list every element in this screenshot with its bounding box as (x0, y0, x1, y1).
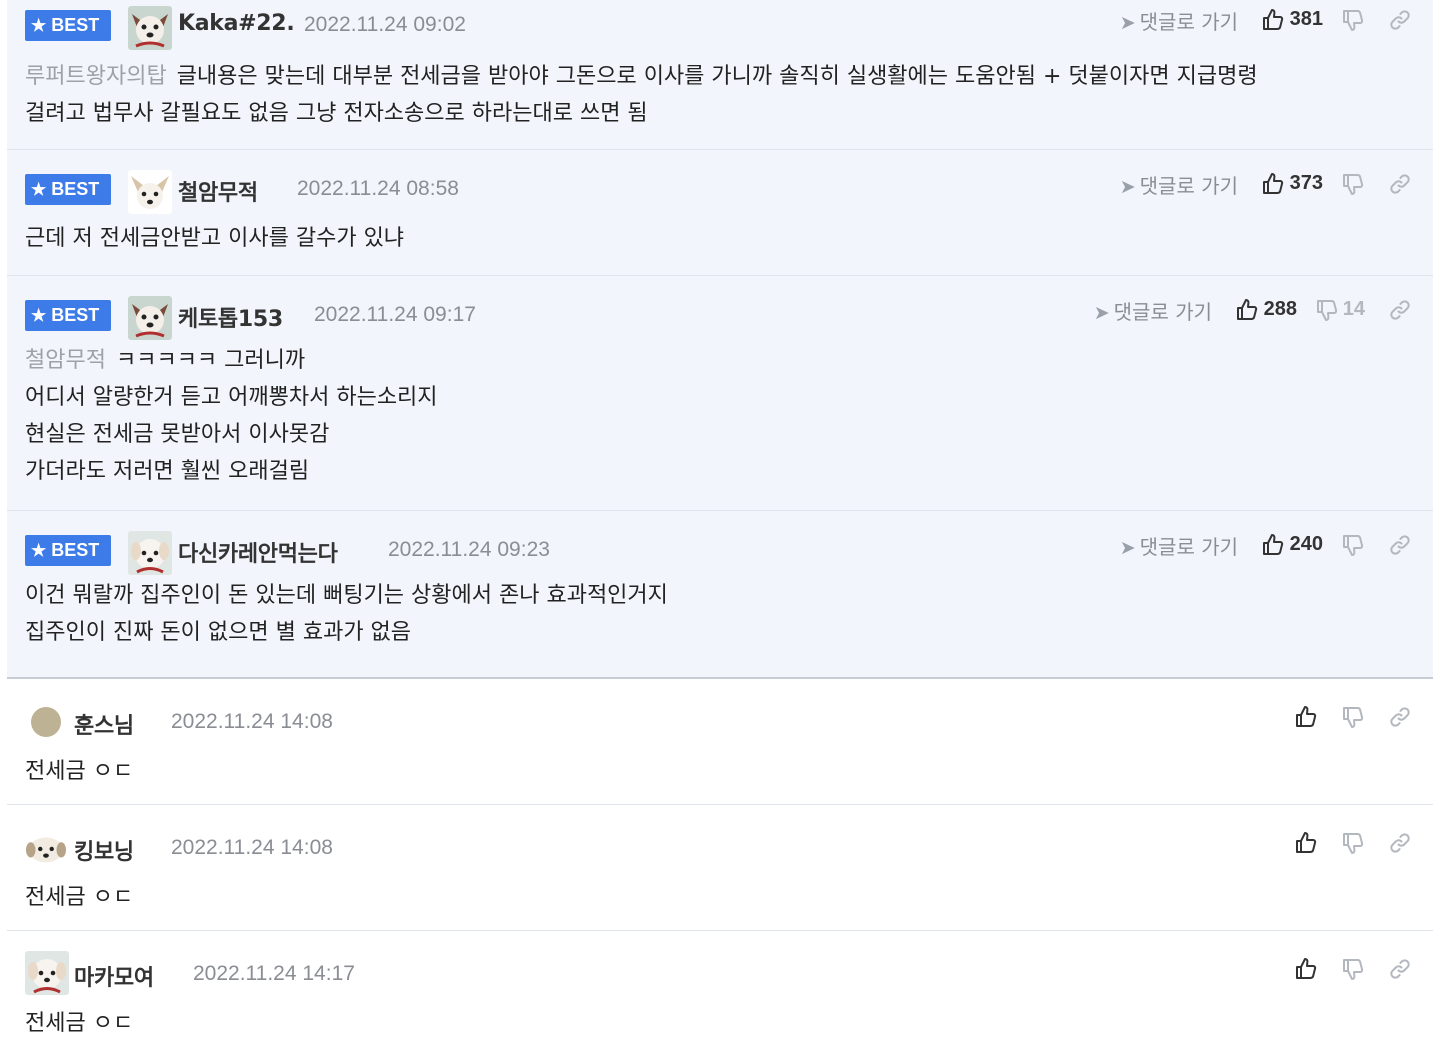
comment-text: 전세금 ㅇㄷ (25, 885, 134, 910)
comment-body: 이건 뭐랄까 집주인이 돈 있는데 뻐팅기는 상황에서 존나 효과적인거지 집주… (7, 555, 1433, 651)
like-count: 240 (1289, 533, 1323, 555)
nickname[interactable]: 철암무적 (178, 175, 258, 207)
avatar[interactable] (128, 296, 172, 340)
best-comment: ★ BEST 케토톱153 2022.11.24 09:17 ➤ 댓글로 가기 28… (7, 276, 1433, 511)
thumbs-down-icon[interactable] (1341, 8, 1365, 32)
goto-reply-label: 댓글로 가기 (1139, 10, 1238, 34)
comment-text: 집주인이 진짜 돈이 없으면 별 효과가 없음 (25, 620, 412, 645)
thumbs-up-icon[interactable] (1294, 705, 1318, 729)
thumbs-up-icon[interactable] (1294, 831, 1318, 855)
star-icon: ★ (31, 180, 47, 199)
best-comment: ★ BEST 다신카레안먹는다 2022.11.24 09:23 ➤ 댓글로 가기 … (7, 511, 1433, 679)
goto-reply-label: 댓글로 가기 (1139, 535, 1238, 559)
thumbs-up-icon[interactable] (1261, 8, 1285, 32)
reply-to-nickname[interactable]: 루퍼트왕자의탑 (25, 64, 167, 89)
goto-reply-label: 댓글로 가기 (1113, 300, 1212, 324)
thumbs-down-icon[interactable] (1315, 298, 1339, 322)
comment-date: 2022.11.24 14:08 (171, 710, 333, 733)
avatar[interactable] (25, 951, 69, 995)
link-icon[interactable] (1388, 533, 1412, 557)
comment-text: ㅋㅋㅋㅋㅋ 그러니까 (115, 348, 306, 373)
best-badge-label: BEST (51, 305, 100, 325)
link-icon[interactable] (1388, 705, 1412, 729)
nickname[interactable]: Kaka#22. (178, 11, 295, 36)
comment-text: 이건 뭐랄까 집주인이 돈 있는데 뻐팅기는 상황에서 존나 효과적인거지 (25, 583, 668, 608)
comment: 킹보닝 2022.11.24 14:08 전세금 ㅇㄷ (7, 805, 1433, 931)
comment-body: 루퍼트왕자의탑 글내용은 맞는데 대부분 전세금을 받아야 그돈으로 이사를 가니… (7, 44, 1433, 132)
comment-text: 전세금 ㅇㄷ (25, 759, 134, 784)
like-count: 373 (1289, 172, 1323, 194)
comment: 훈스님 2022.11.24 14:08 전세금 ㅇㄷ (7, 679, 1433, 805)
nickname[interactable]: 케토톱153 (178, 301, 283, 333)
best-comment: ★ BEST Kaka#22. 2022.11.24 09:02 ➤ 댓글로 가기 … (7, 0, 1433, 150)
comment-text: 글내용은 맞는데 대부분 전세금을 받아야 그돈으로 이사를 가니까 솔직히 실… (176, 64, 1258, 89)
best-badge-label: BEST (51, 540, 100, 560)
avatar[interactable] (128, 6, 172, 50)
comment-date: 2022.11.24 14:17 (193, 962, 355, 985)
comment-list: ★ BEST Kaka#22. 2022.11.24 09:02 ➤ 댓글로 가기 … (7, 0, 1433, 1051)
avatar[interactable] (128, 531, 172, 575)
goto-reply-label: 댓글로 가기 (1139, 174, 1238, 198)
comment-body: 철암무적 ㅋㅋㅋㅋㅋ 그러니까 어디서 알량한거 듣고 어깨뽕차서 하는소리지 현… (7, 320, 1433, 490)
link-icon[interactable] (1388, 831, 1412, 855)
link-icon[interactable] (1388, 172, 1412, 196)
nickname[interactable]: 다신카레안먹는다 (178, 536, 338, 568)
thumbs-down-icon[interactable] (1341, 957, 1365, 981)
comment: 마카모여 2022.11.24 14:17 전세금 ㅇㄷ (7, 931, 1433, 1051)
best-badge: ★ BEST (25, 174, 111, 205)
link-icon[interactable] (1388, 957, 1412, 981)
comment-date: 2022.11.24 09:17 (314, 303, 476, 326)
goto-reply-link[interactable]: ➤ 댓글로 가기 (1120, 531, 1238, 560)
comment-text: 근데 저 전세금안받고 이사를 갈수가 있냐 (25, 226, 405, 251)
thumbs-down-icon[interactable] (1341, 533, 1365, 557)
thumbs-up-icon[interactable] (1261, 533, 1285, 557)
comment-text: 현실은 전세금 못받아서 이사못감 (25, 422, 330, 447)
goto-reply-link[interactable]: ➤ 댓글로 가기 (1094, 296, 1212, 325)
goto-reply-link[interactable]: ➤ 댓글로 가기 (1120, 6, 1238, 35)
thumbs-up-icon[interactable] (1294, 957, 1318, 981)
like-count: 288 (1263, 298, 1297, 320)
avatar[interactable] (128, 170, 172, 214)
best-badge: ★ BEST (25, 300, 111, 331)
avatar[interactable] (25, 827, 67, 869)
best-badge: ★ BEST (25, 535, 111, 566)
star-icon: ★ (31, 306, 47, 325)
best-badge-label: BEST (51, 15, 100, 35)
avatar[interactable] (31, 707, 61, 737)
comment-date: 2022.11.24 09:23 (388, 538, 550, 561)
thumbs-down-icon[interactable] (1341, 831, 1365, 855)
best-badge: ★ BEST (25, 10, 111, 41)
like-count: 381 (1289, 8, 1323, 30)
comment-text: 전세금 ㅇㄷ (25, 1011, 134, 1036)
send-arrow-icon: ➤ (1119, 12, 1136, 34)
comment-text: 가더라도 저러면 훨씬 오래걸림 (25, 459, 310, 484)
comment-date: 2022.11.24 08:58 (297, 177, 459, 200)
thumbs-down-icon[interactable] (1341, 172, 1365, 196)
dislike-count: 14 (1342, 298, 1365, 320)
nickname[interactable]: 훈스님 (74, 708, 134, 740)
comment-text: 걸려고 법무사 갈필요도 없음 그냥 전자소송으로 하라는대로 쓰면 됨 (25, 101, 648, 126)
send-arrow-icon: ➤ (1119, 537, 1136, 559)
comment-text: 어디서 알량한거 듣고 어깨뽕차서 하는소리지 (25, 385, 438, 410)
best-comment: ★ BEST 철암무적 2022.11.24 08:58 ➤ 댓글로 가기 373 … (7, 150, 1433, 276)
thumbs-up-icon[interactable] (1235, 298, 1259, 322)
thumbs-up-icon[interactable] (1261, 172, 1285, 196)
send-arrow-icon: ➤ (1093, 302, 1110, 324)
goto-reply-link[interactable]: ➤ 댓글로 가기 (1120, 170, 1238, 199)
comment-date: 2022.11.24 09:02 (304, 13, 466, 36)
link-icon[interactable] (1388, 8, 1412, 32)
link-icon[interactable] (1388, 298, 1412, 322)
reply-to-nickname[interactable]: 철암무적 (25, 348, 106, 373)
star-icon: ★ (31, 541, 47, 560)
comment-date: 2022.11.24 14:08 (171, 836, 333, 859)
star-icon: ★ (31, 16, 47, 35)
nickname[interactable]: 킹보닝 (74, 834, 134, 866)
nickname[interactable]: 마카모여 (74, 960, 154, 992)
thumbs-down-icon[interactable] (1341, 705, 1365, 729)
send-arrow-icon: ➤ (1119, 176, 1136, 198)
best-badge-label: BEST (51, 179, 100, 199)
